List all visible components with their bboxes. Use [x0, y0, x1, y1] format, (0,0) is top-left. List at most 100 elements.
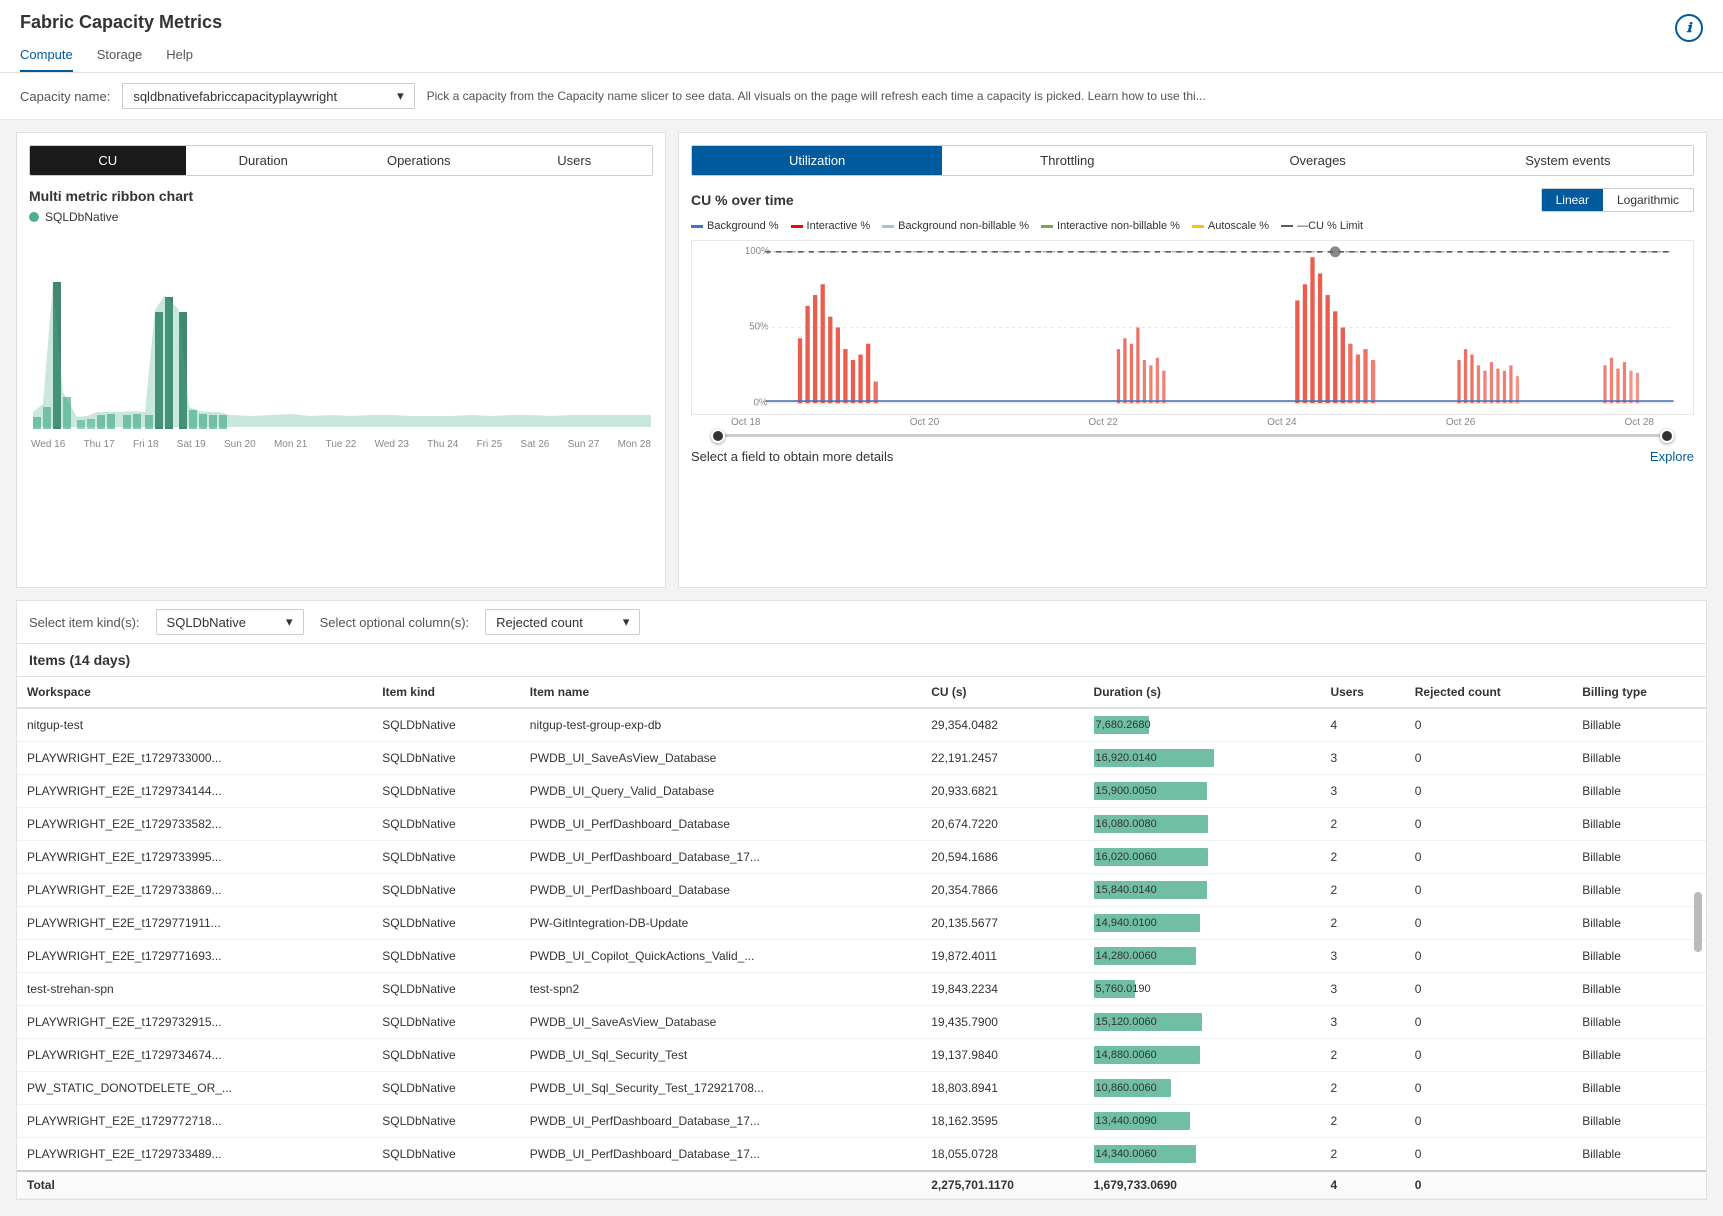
- cell-duration: 5,760.0190: [1084, 973, 1321, 1006]
- legend-background-label: Background %: [707, 220, 779, 232]
- col-header-rejected: Rejected count: [1405, 677, 1572, 708]
- cell-users: 3: [1320, 1006, 1404, 1039]
- legend-interactive-color: [791, 225, 803, 228]
- cell-cu: 22,191.2457: [921, 742, 1083, 775]
- cu-chart-svg: 100% 50% 0%: [692, 241, 1693, 414]
- legend-interactive: Interactive %: [791, 220, 871, 232]
- cell-billing: Billable: [1572, 742, 1706, 775]
- cell-cu: 20,933.6821: [921, 775, 1083, 808]
- capacity-dropdown[interactable]: sqldbnativefabriccapacityplaywright ▾: [122, 83, 414, 109]
- cell-item-kind: SQLDbNative: [372, 973, 519, 1006]
- item-kind-dropdown[interactable]: SQLDbNative ▾: [156, 609, 304, 635]
- tab-system-events[interactable]: System events: [1443, 146, 1693, 175]
- cell-cu: 18,803.8941: [921, 1072, 1083, 1105]
- cell-billing: Billable: [1572, 874, 1706, 907]
- legend-dot-icon: [29, 212, 39, 222]
- table-row: PLAYWRIGHT_E2E_t1729772718... SQLDbNativ…: [17, 1105, 1706, 1138]
- x-label-sat19: Sat 19: [177, 439, 206, 450]
- total-billing: [1572, 1171, 1706, 1199]
- table-row: test-strehan-spn SQLDbNative test-spn2 1…: [17, 973, 1706, 1006]
- cell-item-name: nitgup-test-group-exp-db: [520, 708, 921, 742]
- cell-item-kind: SQLDbNative: [372, 1138, 519, 1172]
- legend-bg-nonbillable: Background non-billable %: [882, 220, 1029, 232]
- table-row: nitgup-test SQLDbNative nitgup-test-grou…: [17, 708, 1706, 742]
- legend-bg-nonbillable-label: Background non-billable %: [898, 220, 1029, 232]
- scale-logarithmic-btn[interactable]: Logarithmic: [1603, 189, 1693, 211]
- item-kind-value: SQLDbNative: [167, 615, 246, 630]
- table-row: PLAYWRIGHT_E2E_t1729733869... SQLDbNativ…: [17, 874, 1706, 907]
- optional-col-value: Rejected count: [496, 615, 583, 630]
- tab-cu[interactable]: CU: [30, 146, 186, 175]
- table-total-row: Total 2,275,701.1170 1,679,733.0690 4 0: [17, 1171, 1706, 1199]
- cell-users: 4: [1320, 708, 1404, 742]
- cell-cu: 18,055.0728: [921, 1138, 1083, 1172]
- cell-billing: Billable: [1572, 708, 1706, 742]
- cell-users: 2: [1320, 1039, 1404, 1072]
- slider-left-thumb[interactable]: [711, 429, 725, 443]
- right-panel: Utilization Throttling Overages System e…: [678, 132, 1707, 588]
- scale-buttons: Linear Logarithmic: [1541, 188, 1694, 212]
- cell-rejected: 0: [1405, 1006, 1572, 1039]
- col-header-item-kind: Item kind: [372, 677, 519, 708]
- tab-operations[interactable]: Operations: [341, 146, 497, 175]
- cell-item-kind: SQLDbNative: [372, 742, 519, 775]
- cell-item-kind: SQLDbNative: [372, 940, 519, 973]
- cell-cu: 19,137.9840: [921, 1039, 1083, 1072]
- cell-duration: 16,920.0140: [1084, 742, 1321, 775]
- optional-col-dropdown[interactable]: Rejected count ▾: [485, 609, 640, 635]
- explore-link[interactable]: Explore: [1650, 449, 1694, 464]
- x-label-fri18: Fri 18: [133, 439, 159, 450]
- cell-duration: 15,120.0060: [1084, 1006, 1321, 1039]
- legend-cu-limit-color: [1281, 225, 1293, 227]
- tab-duration[interactable]: Duration: [186, 146, 342, 175]
- cell-billing: Billable: [1572, 1006, 1706, 1039]
- cell-cu: 19,435.7900: [921, 1006, 1083, 1039]
- table-row: PLAYWRIGHT_E2E_t1729771911... SQLDbNativ…: [17, 907, 1706, 940]
- nav-compute[interactable]: Compute: [20, 41, 73, 72]
- x-label-thu17: Thu 17: [84, 439, 115, 450]
- cell-item-name: PWDB_UI_PerfDashboard_Database_17...: [520, 1138, 921, 1172]
- total-cu: 2,275,701.1170: [921, 1171, 1083, 1199]
- legend-int-nonbillable-color: [1041, 225, 1053, 228]
- slider-right-thumb[interactable]: [1660, 429, 1674, 443]
- cell-rejected: 0: [1405, 841, 1572, 874]
- legend-background-color: [691, 225, 703, 228]
- tab-throttling[interactable]: Throttling: [942, 146, 1192, 175]
- table-row: PLAYWRIGHT_E2E_t1729733000... SQLDbNativ…: [17, 742, 1706, 775]
- cell-billing: Billable: [1572, 1105, 1706, 1138]
- cell-workspace: PLAYWRIGHT_E2E_t1729733000...: [17, 742, 372, 775]
- main-content: CU Duration Operations Users Multi metri…: [0, 120, 1723, 600]
- table-row: PLAYWRIGHT_E2E_t1729734674... SQLDbNativ…: [17, 1039, 1706, 1072]
- cell-rejected: 0: [1405, 742, 1572, 775]
- cell-item-name: PWDB_UI_Query_Valid_Database: [520, 775, 921, 808]
- x-label-sun20: Sun 20: [224, 439, 256, 450]
- nav-storage[interactable]: Storage: [97, 41, 143, 72]
- nav-help[interactable]: Help: [166, 41, 193, 72]
- vertical-scrollbar[interactable]: [1694, 892, 1702, 952]
- total-duration: 1,679,733.0690: [1084, 1171, 1321, 1199]
- cell-users: 2: [1320, 1105, 1404, 1138]
- cell-rejected: 0: [1405, 973, 1572, 1006]
- tab-overages[interactable]: Overages: [1193, 146, 1443, 175]
- total-rejected: 0: [1405, 1171, 1572, 1199]
- cell-item-kind: SQLDbNative: [372, 874, 519, 907]
- cell-rejected: 0: [1405, 1072, 1572, 1105]
- tab-users[interactable]: Users: [497, 146, 653, 175]
- cell-rejected: 0: [1405, 907, 1572, 940]
- cell-item-kind: SQLDbNative: [372, 1039, 519, 1072]
- info-icon[interactable]: ℹ: [1675, 14, 1703, 42]
- legend-autoscale: Autoscale %: [1192, 220, 1269, 232]
- cu-chart: 100% 50% 0%: [691, 240, 1694, 415]
- cell-rejected: 0: [1405, 940, 1572, 973]
- cell-item-kind: SQLDbNative: [372, 1105, 519, 1138]
- cell-billing: Billable: [1572, 841, 1706, 874]
- legend-autoscale-label: Autoscale %: [1208, 220, 1269, 232]
- items-table: Workspace Item kind Item name CU (s) Dur…: [17, 677, 1706, 1199]
- scale-linear-btn[interactable]: Linear: [1542, 189, 1603, 211]
- legend-int-nonbillable-label: Interactive non-billable %: [1057, 220, 1180, 232]
- range-slider-track[interactable]: [711, 434, 1674, 437]
- cell-item-name: PWDB_UI_PerfDashboard_Database: [520, 874, 921, 907]
- x-oct24: Oct 24: [1267, 417, 1296, 428]
- cell-billing: Billable: [1572, 1072, 1706, 1105]
- tab-utilization[interactable]: Utilization: [692, 146, 942, 175]
